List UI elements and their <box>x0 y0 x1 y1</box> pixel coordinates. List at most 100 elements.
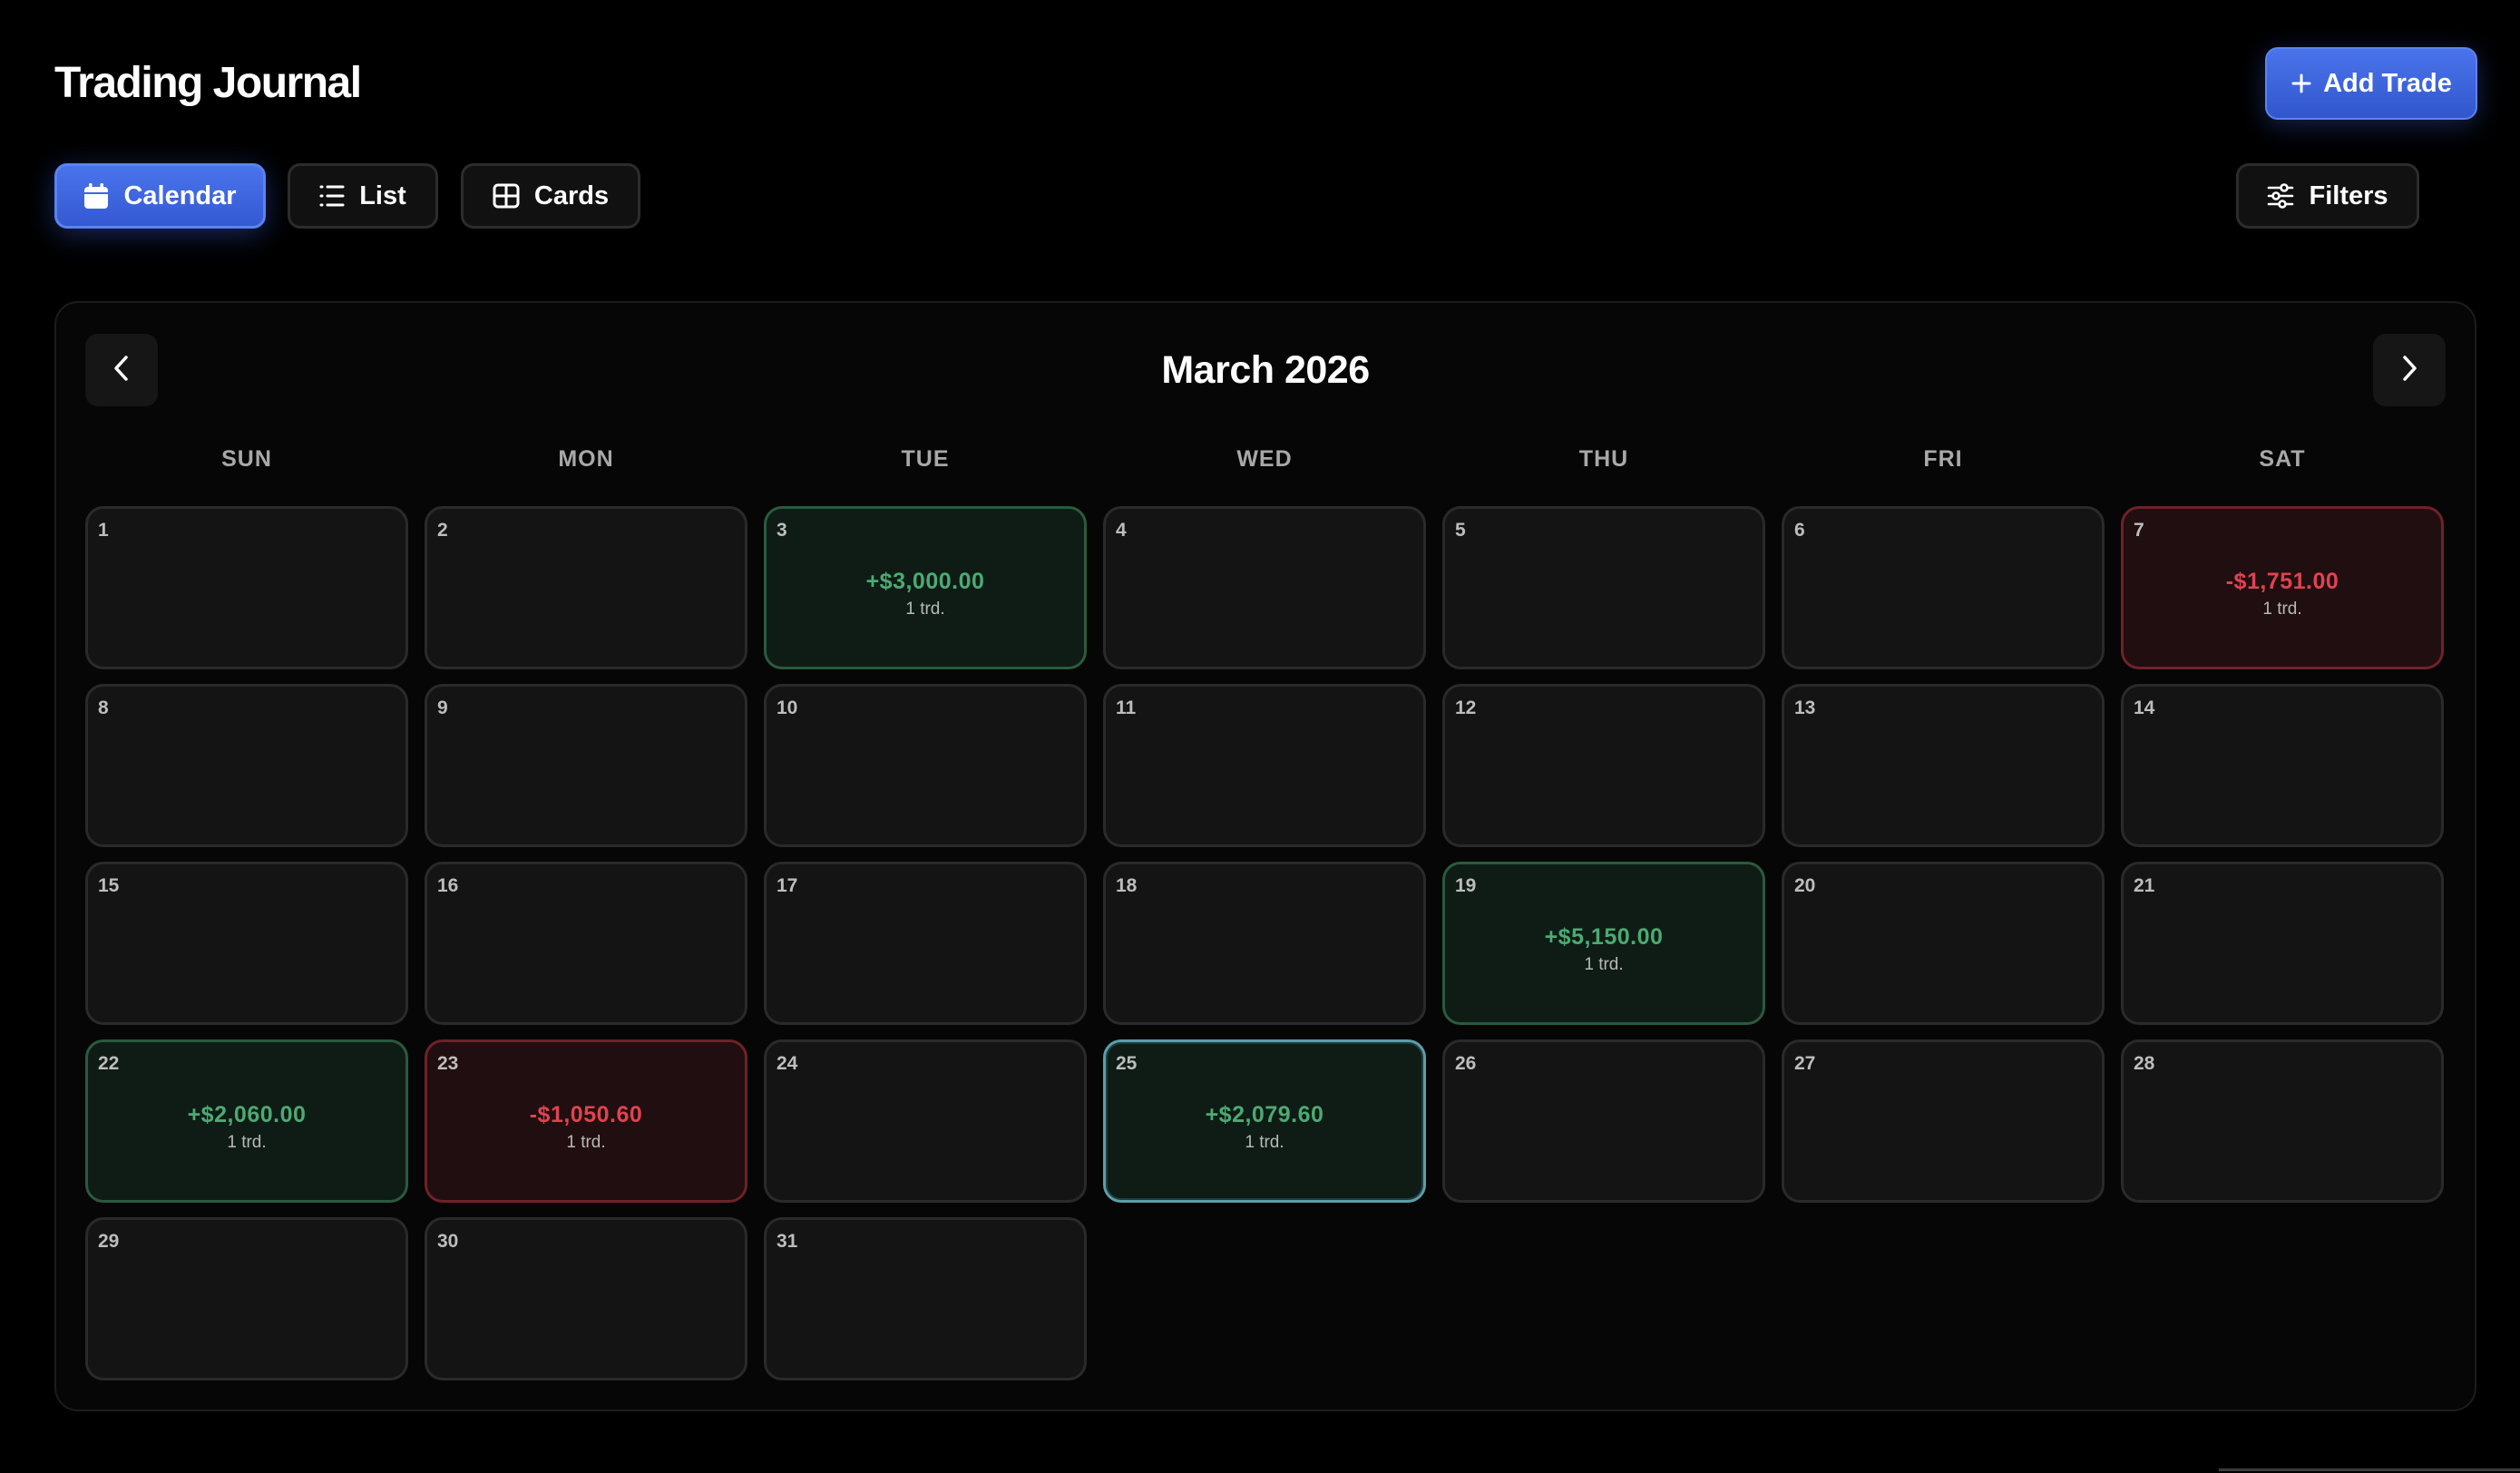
day-cell[interactable]: 30 <box>425 1217 747 1380</box>
day-cell[interactable]: 18 <box>1103 862 1426 1025</box>
day-pnl: +$3,000.00 <box>865 569 985 594</box>
day-cell[interactable]: 3 +$3,000.00 1 trd. <box>764 506 1087 669</box>
day-trade-count: 1 trd. <box>227 1133 267 1152</box>
day-number: 2 <box>437 520 448 541</box>
plus-icon <box>2290 73 2312 94</box>
day-cell[interactable]: 22 +$2,060.00 1 trd. <box>85 1039 408 1203</box>
day-number: 1 <box>98 520 109 541</box>
day-cell[interactable]: 28 <box>2121 1039 2444 1203</box>
day-cell[interactable]: 1 <box>85 506 408 669</box>
day-trade-count: 1 trd. <box>1584 955 1624 974</box>
day-number: 6 <box>1794 520 1805 541</box>
month-title: March 2026 <box>1161 348 1370 392</box>
day-number: 16 <box>437 875 459 896</box>
day-number: 13 <box>1794 697 1816 718</box>
day-cell[interactable]: 12 <box>1442 684 1765 847</box>
day-number: 9 <box>437 697 448 718</box>
add-trade-label: Add Trade <box>2323 68 2452 98</box>
day-number: 21 <box>2134 875 2155 896</box>
day-number: 10 <box>777 697 798 718</box>
day-number: 15 <box>98 875 120 896</box>
day-number: 14 <box>2134 697 2155 718</box>
view-tab-label: Cards <box>533 180 610 210</box>
day-cell[interactable]: 5 <box>1442 506 1765 669</box>
divider <box>2219 1468 2520 1471</box>
day-number: 26 <box>1455 1053 1477 1074</box>
day-number: 19 <box>1455 875 1477 896</box>
day-number: 24 <box>777 1053 798 1074</box>
sliders-icon <box>2267 183 2294 209</box>
day-cell[interactable]: 21 <box>2121 862 2444 1025</box>
weekday-header: SAT <box>2259 446 2306 472</box>
list-icon <box>319 184 345 208</box>
day-number: 23 <box>437 1053 459 1074</box>
calendar-icon <box>83 182 109 210</box>
view-tab-cards[interactable]: Cards <box>461 163 640 229</box>
filters-label: Filters <box>2309 180 2388 210</box>
day-cell[interactable]: 9 <box>425 684 747 847</box>
weekday-header: THU <box>1578 446 1629 472</box>
day-number: 3 <box>777 520 787 541</box>
weekday-header: SUN <box>221 446 272 472</box>
day-cell[interactable]: 17 <box>764 862 1087 1025</box>
filters-button[interactable]: Filters <box>2236 163 2419 229</box>
day-cell[interactable]: 13 <box>1782 684 2105 847</box>
view-tab-list[interactable]: List <box>288 163 438 229</box>
day-number: 22 <box>98 1053 120 1074</box>
calendar-panel: March 2026 SUN MON TUE WED THU FRI SAT 1… <box>54 301 2476 1411</box>
day-number: 28 <box>2134 1053 2155 1074</box>
day-cell[interactable]: 26 <box>1442 1039 1765 1203</box>
day-pnl: +$5,150.00 <box>1544 924 1664 950</box>
day-number: 30 <box>437 1231 459 1252</box>
day-cell[interactable]: 19 +$5,150.00 1 trd. <box>1442 862 1765 1025</box>
weekday-header: MON <box>558 446 614 472</box>
day-cell[interactable]: 7 -$1,751.00 1 trd. <box>2121 506 2444 669</box>
page-title: Trading Journal <box>54 59 362 107</box>
weekday-header: TUE <box>901 446 950 472</box>
day-cell[interactable]: 31 <box>764 1217 1087 1380</box>
day-trade-count: 1 trd. <box>2262 600 2302 619</box>
day-number: 17 <box>777 875 798 896</box>
day-cell[interactable]: 14 <box>2121 684 2444 847</box>
day-number: 5 <box>1455 520 1466 541</box>
day-cell[interactable]: 23 -$1,050.60 1 trd. <box>425 1039 747 1203</box>
day-cell[interactable]: 25 +$2,079.60 1 trd. <box>1103 1039 1426 1203</box>
weekday-header: WED <box>1236 446 1293 472</box>
day-trade-count: 1 trd. <box>566 1133 606 1152</box>
view-tab-calendar[interactable]: Calendar <box>54 163 266 229</box>
day-cell[interactable]: 24 <box>764 1039 1087 1203</box>
chevron-right-icon <box>2398 354 2420 387</box>
day-pnl: -$1,050.60 <box>529 1102 643 1127</box>
day-cell[interactable]: 8 <box>85 684 408 847</box>
add-trade-button[interactable]: Add Trade <box>2265 47 2477 120</box>
next-month-button[interactable] <box>2373 334 2446 406</box>
day-number: 27 <box>1794 1053 1816 1074</box>
day-cell[interactable]: 20 <box>1782 862 2105 1025</box>
day-cell[interactable]: 11 <box>1103 684 1426 847</box>
day-number: 20 <box>1794 875 1816 896</box>
day-cell[interactable]: 10 <box>764 684 1087 847</box>
day-number: 11 <box>1116 697 1137 718</box>
day-number: 31 <box>777 1231 798 1252</box>
day-pnl: +$2,060.00 <box>187 1102 307 1127</box>
day-cell[interactable]: 27 <box>1782 1039 2105 1203</box>
weekday-header: FRI <box>1923 446 1963 472</box>
view-tab-label: Calendar <box>123 180 237 210</box>
day-pnl: -$1,751.00 <box>2225 569 2339 594</box>
day-cell[interactable]: 29 <box>85 1217 408 1380</box>
day-cell[interactable]: 6 <box>1782 506 2105 669</box>
day-number: 4 <box>1116 520 1127 541</box>
grid-icon <box>493 183 520 209</box>
day-pnl: +$2,079.60 <box>1205 1102 1324 1127</box>
day-trade-count: 1 trd. <box>905 600 945 619</box>
view-tab-label: List <box>359 180 406 210</box>
day-cell[interactable]: 2 <box>425 506 747 669</box>
day-cell[interactable]: 15 <box>85 862 408 1025</box>
day-number: 29 <box>98 1231 120 1252</box>
day-cell[interactable]: 16 <box>425 862 747 1025</box>
day-number: 18 <box>1116 875 1138 896</box>
day-cell[interactable]: 4 <box>1103 506 1426 669</box>
day-number: 7 <box>2134 520 2144 541</box>
day-number: 8 <box>98 697 109 718</box>
day-number: 12 <box>1455 697 1477 718</box>
